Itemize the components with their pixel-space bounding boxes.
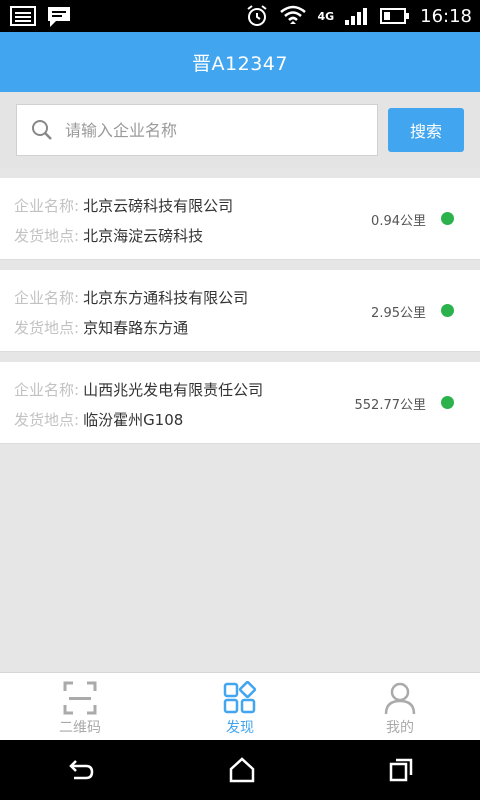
location-name: 临汾霍州G108	[83, 411, 184, 429]
location-label: 发货地点:	[14, 411, 80, 429]
company-name: 山西兆光发电有限责任公司	[83, 381, 264, 399]
system-nav-bar	[0, 740, 480, 800]
distance-text: 2.95公里	[371, 306, 426, 321]
location-row: 发货地点: 京知春路东方通	[14, 317, 188, 338]
nav-item-profile[interactable]: 我的	[320, 673, 480, 740]
search-button[interactable]: 搜索	[388, 108, 464, 152]
location-name: 京知春路东方通	[83, 319, 189, 337]
company-list: 企业名称: 北京云磅科技有限公司 发货地点: 北京海淀云磅科技 0.94公里 企业名…	[0, 178, 480, 454]
status-dot	[441, 212, 454, 225]
qr-scan-icon	[63, 681, 97, 715]
company-label: 企业名称:	[14, 381, 80, 399]
location-label: 发货地点:	[14, 319, 80, 337]
recent-apps-icon[interactable]	[388, 757, 414, 783]
discover-icon	[223, 681, 257, 714]
company-label: 企业名称:	[14, 289, 80, 307]
status-time: 16:18	[420, 5, 472, 27]
search-box[interactable]	[16, 104, 378, 156]
title-bar: 晋A12347	[0, 32, 480, 92]
company-row: 企业名称: 山西兆光发电有限责任公司	[14, 379, 263, 400]
nav-item-discover[interactable]: 发现	[160, 673, 320, 740]
company-name: 北京东方通科技有限公司	[83, 289, 249, 307]
location-row: 发货地点: 北京海淀云磅科技	[14, 225, 203, 246]
alarm-icon	[247, 5, 268, 26]
network-type: 4G	[317, 9, 335, 23]
nav-item-qrcode[interactable]: 二维码	[0, 673, 160, 740]
message-notification-icon	[48, 7, 70, 27]
nav-label-qrcode: 二维码	[59, 720, 101, 736]
page-title: 晋A12347	[192, 52, 288, 75]
image-notification-icon	[10, 6, 36, 26]
profile-icon	[384, 682, 416, 715]
status-dot	[441, 396, 454, 409]
location-row: 发货地点: 临汾霍州G108	[14, 409, 183, 430]
back-icon[interactable]	[66, 758, 96, 782]
status-bar: 4G 16:18	[0, 0, 480, 32]
company-name: 北京云磅科技有限公司	[83, 197, 234, 215]
location-label: 发货地点:	[14, 227, 80, 245]
home-icon[interactable]	[228, 757, 256, 783]
bottom-nav: 二维码 发现 我的	[0, 672, 480, 740]
company-row: 企业名称: 北京东方通科技有限公司	[14, 287, 248, 308]
distance-text: 552.77公里	[354, 398, 427, 413]
list-item[interactable]: 企业名称: 北京云磅科技有限公司 发货地点: 北京海淀云磅科技 0.94公里	[0, 178, 480, 260]
company-row: 企业名称: 北京云磅科技有限公司	[14, 195, 233, 216]
search-input[interactable]	[65, 120, 345, 140]
list-item[interactable]: 企业名称: 山西兆光发电有限责任公司 发货地点: 临汾霍州G108 552.77公里	[0, 362, 480, 444]
search-area: 搜索	[0, 92, 480, 168]
nav-label-discover: 发现	[226, 720, 254, 736]
search-icon	[32, 120, 52, 140]
signal-icon	[345, 8, 368, 25]
location-name: 北京海淀云磅科技	[83, 227, 204, 245]
nav-label-profile: 我的	[386, 720, 414, 736]
battery-icon	[380, 8, 410, 24]
status-dot	[441, 304, 454, 317]
list-item[interactable]: 企业名称: 北京东方通科技有限公司 发货地点: 京知春路东方通 2.95公里	[0, 270, 480, 352]
company-label: 企业名称:	[14, 197, 80, 215]
wifi-icon	[280, 5, 307, 25]
distance-text: 0.94公里	[371, 214, 426, 229]
